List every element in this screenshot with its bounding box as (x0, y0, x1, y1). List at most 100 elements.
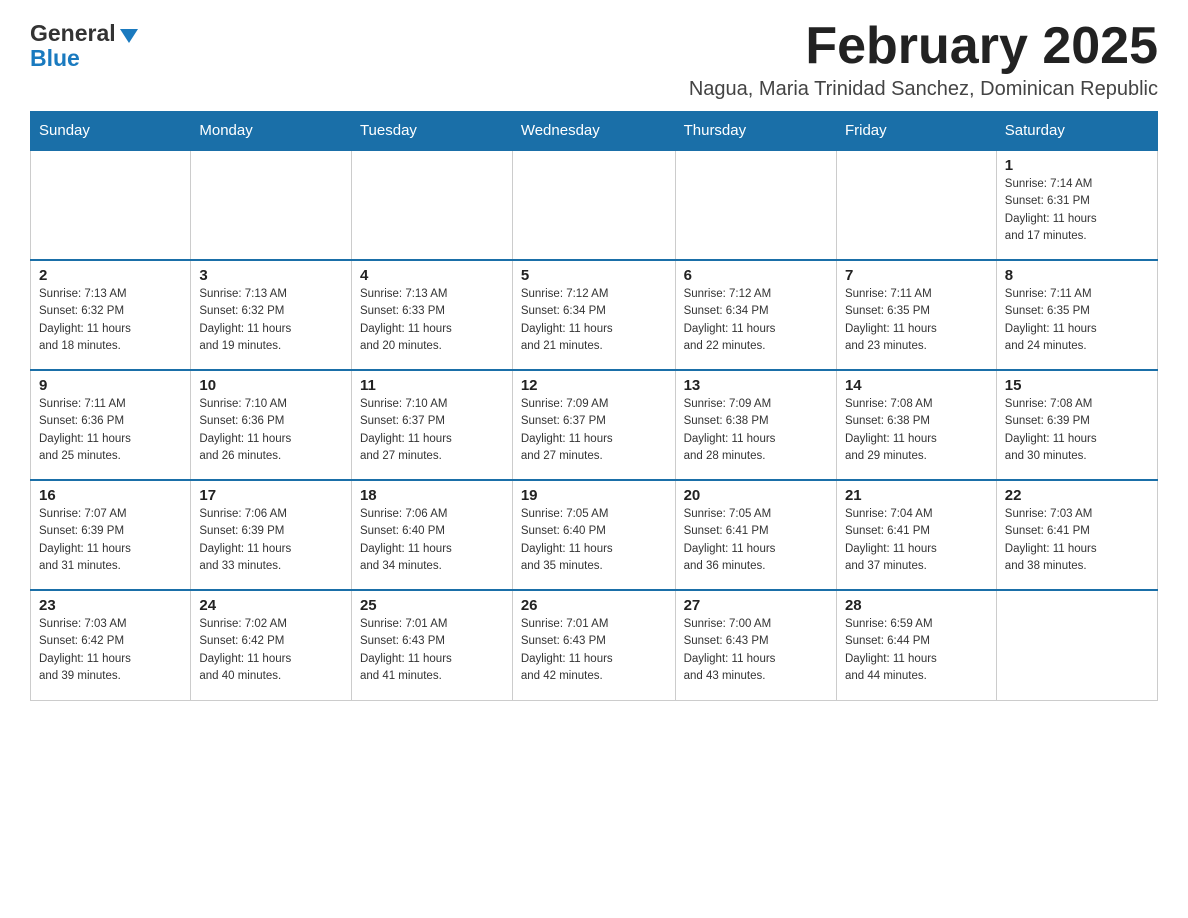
calendar-cell: 18Sunrise: 7:06 AM Sunset: 6:40 PM Dayli… (351, 480, 512, 590)
day-info: Sunrise: 6:59 AM Sunset: 6:44 PM Dayligh… (845, 616, 988, 685)
day-number: 22 (1005, 487, 1149, 504)
calendar-cell: 25 Sunrise: 7:01 AM Sunset: 6:43 PM Dayli… (351, 590, 512, 700)
day-info: Sunrise: 7:12 AM Sunset: 6:34 PM Dayligh… (684, 286, 828, 355)
calendar-cell: 4Sunrise: 7:13 AM Sunset: 6:33 PM Daylig… (351, 260, 512, 370)
calendar-cell: 14 Sunrise: 7:08 AM Sunset: 6:38 PM Dayli… (836, 370, 996, 480)
calendar-cell (836, 150, 996, 260)
calendar-cell: 19Sunrise: 7:05 AM Sunset: 6:40 PM Dayli… (512, 480, 675, 590)
calendar-cell: 12 Sunrise: 7:09 AM Sunset: 6:37 PM Dayli… (512, 370, 675, 480)
day-info: Sunrise: 7:04 AM Sunset: 6:41 PM Dayligh… (845, 506, 988, 575)
day-number: 1 (1005, 157, 1149, 174)
calendar-cell: 1 Sunrise: 7:14 AM Sunset: 6:31 PM Daylig… (996, 150, 1157, 260)
calendar-week-4: 16Sunrise: 7:07 AM Sunset: 6:39 PM Dayli… (31, 480, 1158, 590)
day-info: Sunrise: 7:12 AM Sunset: 6:34 PM Dayligh… (521, 286, 667, 355)
day-number: 27 (684, 597, 828, 614)
day-number: 14 (845, 377, 988, 394)
day-number: 19 (521, 487, 667, 504)
day-number: 13 (684, 377, 828, 394)
calendar-cell: 15Sunrise: 7:08 AM Sunset: 6:39 PM Dayli… (996, 370, 1157, 480)
day-info: Sunrise: 7:11 AM Sunset: 6:35 PM Dayligh… (1005, 286, 1149, 355)
day-info: Sunrise: 7:13 AM Sunset: 6:32 PM Dayligh… (39, 286, 182, 355)
calendar-cell: 24 Sunrise: 7:02 AM Sunset: 6:42 PM Dayli… (191, 590, 352, 700)
column-header-sunday: Sunday (31, 112, 191, 151)
day-number: 12 (521, 377, 667, 394)
day-number: 26 (521, 597, 667, 614)
column-header-thursday: Thursday (675, 112, 836, 151)
calendar-cell (351, 150, 512, 260)
day-info: Sunrise: 7:00 AM Sunset: 6:43 PM Dayligh… (684, 616, 828, 685)
calendar-cell: 23Sunrise: 7:03 AM Sunset: 6:42 PM Dayli… (31, 590, 191, 700)
day-info: Sunrise: 7:10 AM Sunset: 6:36 PM Dayligh… (199, 396, 343, 465)
calendar-cell (996, 590, 1157, 700)
day-info: Sunrise: 7:07 AM Sunset: 6:39 PM Dayligh… (39, 506, 182, 575)
day-info: Sunrise: 7:11 AM Sunset: 6:35 PM Dayligh… (845, 286, 988, 355)
calendar-cell (675, 150, 836, 260)
logo-general-text: General (30, 20, 116, 47)
day-number: 9 (39, 377, 182, 394)
day-info: Sunrise: 7:09 AM Sunset: 6:37 PM Dayligh… (521, 396, 667, 465)
day-number: 5 (521, 267, 667, 284)
title-block: February 2025 Nagua, Maria Trinidad Sanc… (689, 20, 1158, 101)
calendar-cell: 21 Sunrise: 7:04 AM Sunset: 6:41 PM Dayli… (836, 480, 996, 590)
logo-triangle-icon (120, 29, 138, 43)
day-number: 20 (684, 487, 828, 504)
calendar-cell: 7 Sunrise: 7:11 AM Sunset: 6:35 PM Daylig… (836, 260, 996, 370)
calendar-cell (191, 150, 352, 260)
location-subtitle: Nagua, Maria Trinidad Sanchez, Dominican… (689, 78, 1158, 101)
day-number: 4 (360, 267, 504, 284)
page-header: General Blue February 2025 Nagua, Maria … (30, 20, 1158, 101)
day-info: Sunrise: 7:06 AM Sunset: 6:39 PM Dayligh… (199, 506, 343, 575)
calendar-cell: 28 Sunrise: 6:59 AM Sunset: 6:44 PM Dayli… (836, 590, 996, 700)
calendar-cell: 20 Sunrise: 7:05 AM Sunset: 6:41 PM Dayli… (675, 480, 836, 590)
day-info: Sunrise: 7:03 AM Sunset: 6:42 PM Dayligh… (39, 616, 182, 685)
day-info: Sunrise: 7:08 AM Sunset: 6:39 PM Dayligh… (1005, 396, 1149, 465)
calendar-cell: 3 Sunrise: 7:13 AM Sunset: 6:32 PM Daylig… (191, 260, 352, 370)
day-number: 21 (845, 487, 988, 504)
calendar-cell: 26 Sunrise: 7:01 AM Sunset: 6:43 PM Dayli… (512, 590, 675, 700)
day-info: Sunrise: 7:13 AM Sunset: 6:32 PM Dayligh… (199, 286, 343, 355)
day-info: Sunrise: 7:08 AM Sunset: 6:38 PM Dayligh… (845, 396, 988, 465)
calendar-cell (512, 150, 675, 260)
day-info: Sunrise: 7:14 AM Sunset: 6:31 PM Dayligh… (1005, 176, 1149, 245)
day-info: Sunrise: 7:01 AM Sunset: 6:43 PM Dayligh… (521, 616, 667, 685)
calendar-cell (31, 150, 191, 260)
calendar-week-3: 9Sunrise: 7:11 AM Sunset: 6:36 PM Daylig… (31, 370, 1158, 480)
logo-blue-text: Blue (30, 45, 80, 72)
calendar-cell: 11 Sunrise: 7:10 AM Sunset: 6:37 PM Dayli… (351, 370, 512, 480)
day-info: Sunrise: 7:03 AM Sunset: 6:41 PM Dayligh… (1005, 506, 1149, 575)
day-number: 25 (360, 597, 504, 614)
column-header-wednesday: Wednesday (512, 112, 675, 151)
day-number: 8 (1005, 267, 1149, 284)
calendar-cell: 27 Sunrise: 7:00 AM Sunset: 6:43 PM Dayli… (675, 590, 836, 700)
day-number: 17 (199, 487, 343, 504)
day-number: 18 (360, 487, 504, 504)
column-header-tuesday: Tuesday (351, 112, 512, 151)
calendar-cell: 5 Sunrise: 7:12 AM Sunset: 6:34 PM Daylig… (512, 260, 675, 370)
day-info: Sunrise: 7:09 AM Sunset: 6:38 PM Dayligh… (684, 396, 828, 465)
calendar-cell: 8 Sunrise: 7:11 AM Sunset: 6:35 PM Daylig… (996, 260, 1157, 370)
column-header-monday: Monday (191, 112, 352, 151)
day-number: 24 (199, 597, 343, 614)
day-number: 2 (39, 267, 182, 284)
day-info: Sunrise: 7:01 AM Sunset: 6:43 PM Dayligh… (360, 616, 504, 685)
day-number: 11 (360, 377, 504, 394)
logo: General Blue (30, 20, 138, 72)
calendar-cell: 17 Sunrise: 7:06 AM Sunset: 6:39 PM Dayli… (191, 480, 352, 590)
column-header-saturday: Saturday (996, 112, 1157, 151)
day-number: 7 (845, 267, 988, 284)
column-header-friday: Friday (836, 112, 996, 151)
calendar-week-1: 1 Sunrise: 7:14 AM Sunset: 6:31 PM Daylig… (31, 150, 1158, 260)
day-number: 6 (684, 267, 828, 284)
calendar-week-5: 23Sunrise: 7:03 AM Sunset: 6:42 PM Dayli… (31, 590, 1158, 700)
day-number: 28 (845, 597, 988, 614)
calendar-cell: 13 Sunrise: 7:09 AM Sunset: 6:38 PM Dayli… (675, 370, 836, 480)
day-number: 3 (199, 267, 343, 284)
day-info: Sunrise: 7:10 AM Sunset: 6:37 PM Dayligh… (360, 396, 504, 465)
day-info: Sunrise: 7:05 AM Sunset: 6:41 PM Dayligh… (684, 506, 828, 575)
calendar-cell: 6 Sunrise: 7:12 AM Sunset: 6:34 PM Daylig… (675, 260, 836, 370)
day-info: Sunrise: 7:02 AM Sunset: 6:42 PM Dayligh… (199, 616, 343, 685)
calendar-table: SundayMondayTuesdayWednesdayThursdayFrid… (30, 111, 1158, 701)
month-title: February 2025 (689, 20, 1158, 72)
calendar-cell: 10Sunrise: 7:10 AM Sunset: 6:36 PM Dayli… (191, 370, 352, 480)
calendar-week-2: 2 Sunrise: 7:13 AM Sunset: 6:32 PM Daylig… (31, 260, 1158, 370)
